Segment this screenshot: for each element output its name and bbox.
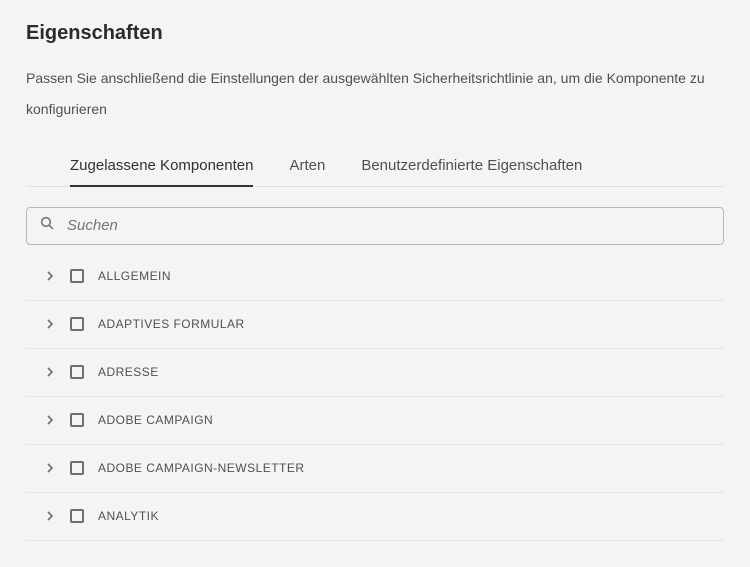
tab-bar: Zugelassene Komponenten Arten Benutzerde… <box>26 149 724 187</box>
group-label: ADAPTIVES FORMULAR <box>98 317 245 331</box>
group-row: ADAPTIVES FORMULAR <box>26 301 724 349</box>
properties-panel: Eigenschaften Passen Sie anschließend di… <box>0 0 750 541</box>
tab-custom-properties[interactable]: Benutzerdefinierte Eigenschaften <box>361 149 582 186</box>
search-icon <box>39 215 55 236</box>
group-label: ADOBE CAMPAIGN-NEWSLETTER <box>98 461 304 475</box>
group-label: ADRESSE <box>98 365 159 379</box>
chevron-right-icon[interactable] <box>42 412 58 428</box>
group-row: ADOBE CAMPAIGN <box>26 397 724 445</box>
chevron-right-icon[interactable] <box>42 364 58 380</box>
search-input[interactable] <box>65 216 711 235</box>
group-row: ANALYTIK <box>26 493 724 541</box>
chevron-right-icon[interactable] <box>42 316 58 332</box>
group-label: ANALYTIK <box>98 509 159 523</box>
tab-allowed-components[interactable]: Zugelassene Komponenten <box>70 149 253 186</box>
group-label: ALLGEMEIN <box>98 269 171 283</box>
chevron-right-icon[interactable] <box>42 268 58 284</box>
search-field[interactable] <box>26 207 724 245</box>
component-group-list: ALLGEMEIN ADAPTIVES FORMULAR ADRESSE ADO… <box>26 253 724 541</box>
chevron-right-icon[interactable] <box>42 508 58 524</box>
group-checkbox[interactable] <box>70 269 84 283</box>
tab-label: Benutzerdefinierte Eigenschaften <box>361 157 582 174</box>
group-row: ADRESSE <box>26 349 724 397</box>
page-title: Eigenschaften <box>26 22 724 45</box>
group-checkbox[interactable] <box>70 461 84 475</box>
group-checkbox[interactable] <box>70 509 84 523</box>
chevron-right-icon[interactable] <box>42 460 58 476</box>
group-checkbox[interactable] <box>70 365 84 379</box>
group-checkbox[interactable] <box>70 317 84 331</box>
tab-label: Zugelassene Komponenten <box>70 157 253 174</box>
group-checkbox[interactable] <box>70 413 84 427</box>
group-row: ADOBE CAMPAIGN-NEWSLETTER <box>26 445 724 493</box>
group-label: ADOBE CAMPAIGN <box>98 413 213 427</box>
tab-label: Arten <box>289 157 325 174</box>
page-description: Passen Sie anschließend die Einstellunge… <box>26 63 724 125</box>
group-row: ALLGEMEIN <box>26 253 724 301</box>
tab-types[interactable]: Arten <box>289 149 325 186</box>
